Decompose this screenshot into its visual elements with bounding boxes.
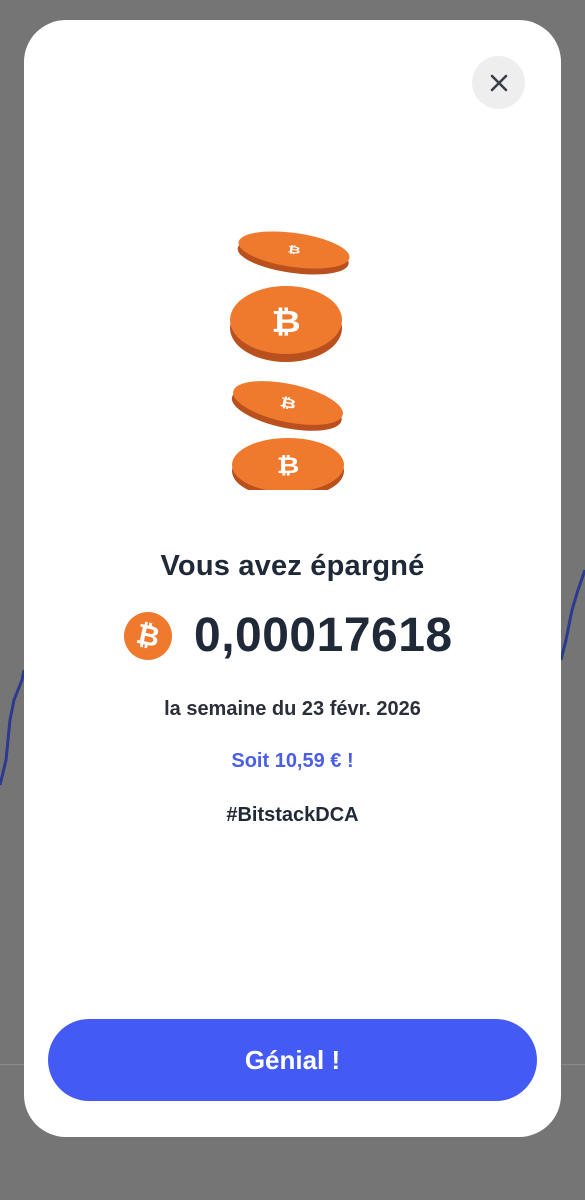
bitcoin-icon: ₿	[124, 612, 172, 660]
close-button[interactable]	[472, 56, 525, 109]
hashtag: #BitstackDCA	[226, 804, 359, 826]
savings-modal: ₿ ₿ ₿ ₿ Vous avez épargné ₿ 0,00017618 l…	[24, 20, 561, 1137]
btc-amount: 0,00017618	[194, 609, 453, 662]
svg-text:₿: ₿	[277, 454, 300, 479]
savings-title: Vous avez épargné	[160, 550, 425, 582]
fiat-equivalent: Soit 10,59 € !	[231, 750, 354, 772]
svg-text:₿: ₿	[287, 243, 302, 256]
svg-text:₿: ₿	[271, 305, 300, 339]
close-icon	[490, 74, 507, 91]
amount-row: ₿ 0,00017618	[24, 608, 561, 668]
genial-button[interactable]: Génial !	[48, 1019, 537, 1101]
savings-period: la semaine du 23 févr. 2026	[164, 698, 421, 720]
bitcoin-coins-illustration: ₿ ₿ ₿ ₿	[230, 231, 350, 490]
